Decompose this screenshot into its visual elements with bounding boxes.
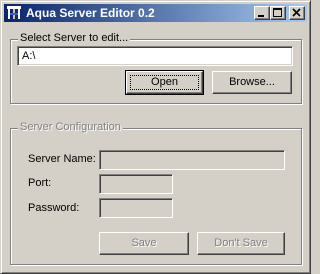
close-button[interactable] (289, 6, 305, 20)
server-path-input[interactable]: A:\ (17, 46, 293, 66)
close-icon (292, 8, 301, 17)
title-bar[interactable]: Aqua Server Editor 0.2 (4, 4, 307, 22)
app-window: Aqua Server Editor 0.2 Select Server to … (0, 0, 311, 274)
select-server-legend: Select Server to edit... (18, 32, 131, 44)
port-field[interactable] (99, 174, 173, 194)
app-icon (6, 5, 22, 21)
focus-rect (130, 75, 199, 90)
save-button-label: Save (131, 237, 157, 249)
password-label: Password: (28, 202, 80, 214)
open-button[interactable]: Open (125, 70, 204, 95)
maximize-icon (273, 8, 282, 17)
minimize-button[interactable] (254, 6, 270, 20)
save-button[interactable]: Save (99, 232, 189, 255)
browse-button-label: Browse... (229, 76, 275, 88)
port-label: Port: (28, 177, 52, 189)
dont-save-button-label: Don't Save (214, 237, 268, 249)
password-field[interactable] (99, 198, 173, 218)
server-config-legend: Server Configuration (18, 121, 123, 133)
window-title: Aqua Server Editor 0.2 (26, 6, 155, 20)
server-name-label: Server Name: (28, 153, 96, 165)
maximize-button[interactable] (270, 6, 286, 20)
minimize-icon (258, 15, 264, 17)
server-name-field[interactable] (99, 150, 285, 170)
dont-save-button[interactable]: Don't Save (197, 232, 285, 255)
browse-button[interactable]: Browse... (212, 71, 292, 94)
